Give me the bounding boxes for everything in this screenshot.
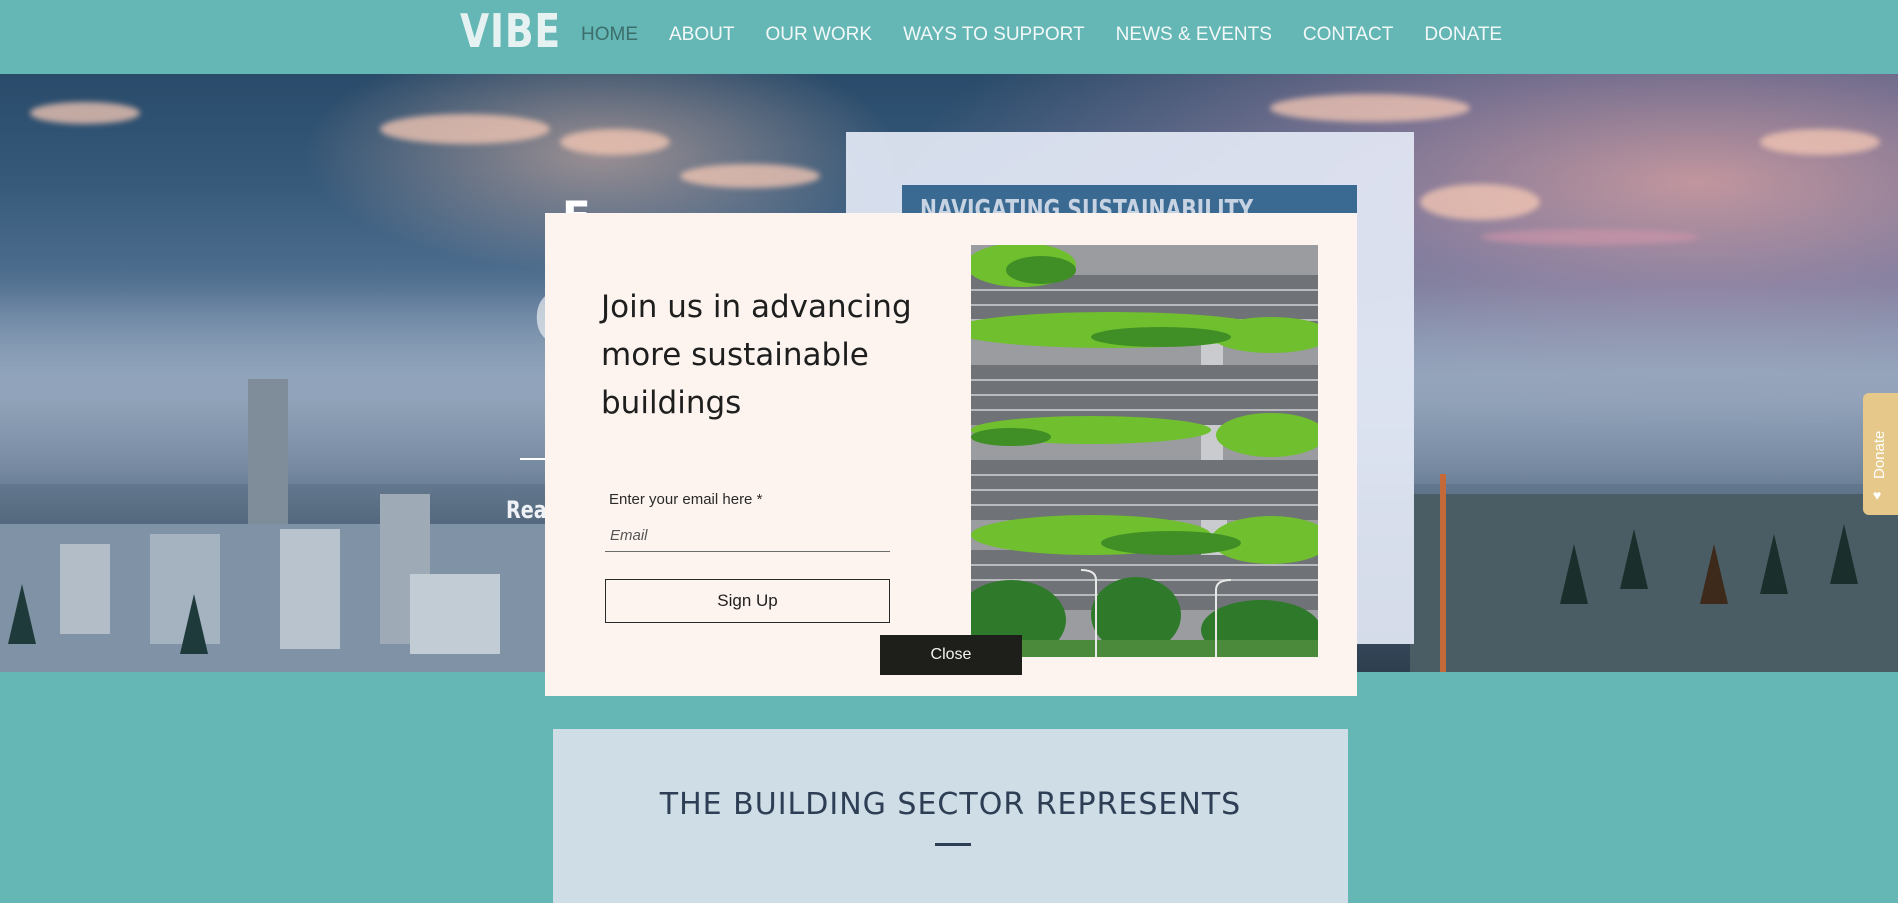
- section-divider: [935, 843, 971, 846]
- cloud: [1480, 229, 1700, 245]
- cloud: [380, 114, 550, 144]
- heart-icon: ♥: [1873, 487, 1882, 503]
- cloud: [680, 164, 820, 188]
- nav-item-about[interactable]: ABOUT: [669, 24, 734, 46]
- donate-side-tab[interactable]: ♥ Donate: [1863, 393, 1898, 515]
- email-field[interactable]: [605, 519, 890, 552]
- main-nav: HOME ABOUT OUR WORK WAYS TO SUPPORT NEWS…: [581, 24, 1533, 46]
- nav-item-donate[interactable]: DONATE: [1424, 24, 1502, 46]
- nav-item-contact[interactable]: CONTACT: [1303, 24, 1393, 46]
- cloud: [30, 102, 140, 124]
- construction-crane: [1440, 474, 1446, 672]
- green-building-image: [971, 245, 1318, 657]
- forest-ridge: [1410, 494, 1898, 672]
- popup-heading: Join us in advancing more sustainable bu…: [601, 289, 912, 421]
- tree: [8, 584, 36, 644]
- building-sector-panel: THE BUILDING SECTOR REPRESENTS: [553, 729, 1348, 903]
- section-heading: THE BUILDING SECTOR REPRESENTS: [659, 787, 1242, 822]
- cloud: [560, 129, 670, 155]
- tree: [180, 594, 208, 654]
- tree: [1560, 544, 1588, 604]
- nav-item-news-events[interactable]: NEWS & EVENTS: [1116, 24, 1272, 46]
- tree: [1700, 544, 1728, 604]
- sign-up-button[interactable]: Sign Up: [605, 579, 890, 623]
- cloud: [1760, 129, 1880, 155]
- donate-tab-label: Donate: [1871, 430, 1888, 479]
- signup-popup: Join us in advancing more sustainable bu…: [545, 213, 1357, 696]
- nav-item-our-work[interactable]: OUR WORK: [765, 24, 872, 46]
- building: [280, 529, 340, 649]
- nav-item-home[interactable]: HOME: [581, 24, 638, 46]
- building: [410, 574, 500, 654]
- close-button[interactable]: Close: [880, 635, 1022, 675]
- cloud: [1270, 94, 1470, 122]
- site-header: VIBE HOME ABOUT OUR WORK WAYS TO SUPPORT…: [0, 0, 1898, 74]
- cloud: [1420, 184, 1540, 220]
- tree: [1620, 529, 1648, 589]
- hero-read-more-fragment[interactable]: Rea: [506, 496, 547, 524]
- tree: [1760, 534, 1788, 594]
- email-label: Enter your email here *: [609, 491, 763, 508]
- tree: [1830, 524, 1858, 584]
- building: [60, 544, 110, 634]
- nav-item-ways-to-support[interactable]: WAYS TO SUPPORT: [903, 24, 1085, 46]
- site-logo[interactable]: VIBE: [460, 4, 561, 58]
